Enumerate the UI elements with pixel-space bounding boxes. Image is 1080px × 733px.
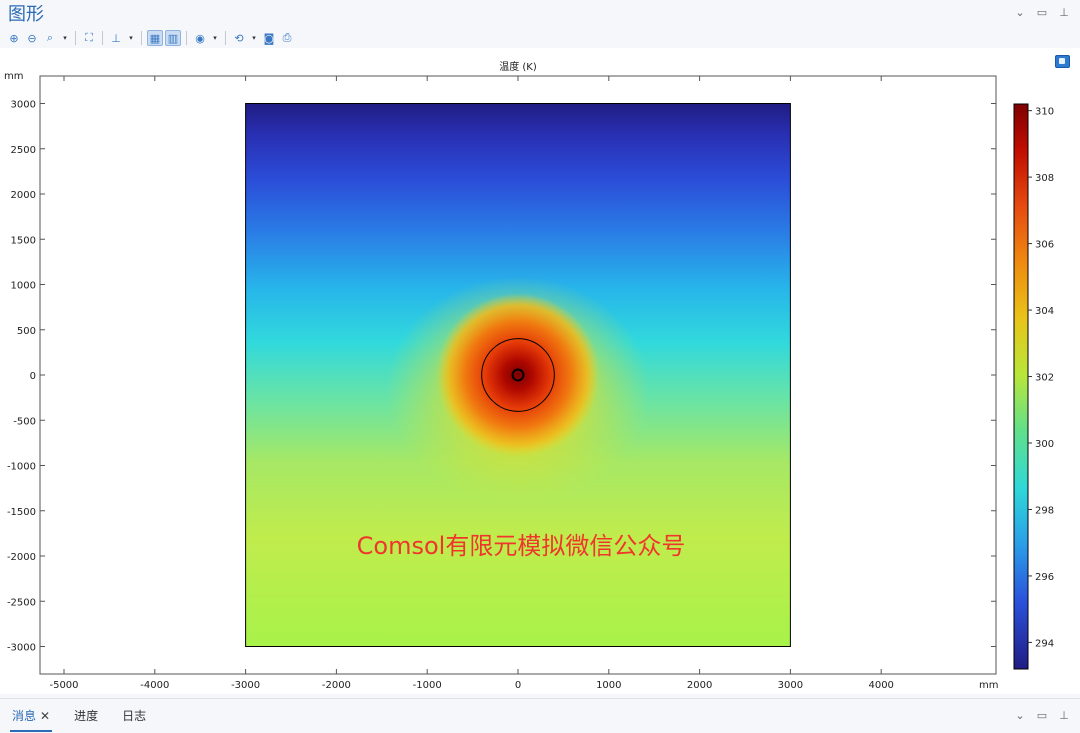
colorbar-tick-label: 302 <box>1035 373 1054 384</box>
scene-light-icon[interactable]: ◉ <box>192 30 208 46</box>
toolbar-separator <box>102 31 103 45</box>
minimize-icon[interactable]: ⌄ <box>1014 6 1026 19</box>
y-tick-label: 1000 <box>11 281 36 292</box>
plot-title: 温度 (K) <box>499 60 537 73</box>
colorbar-tick-label: 310 <box>1035 107 1054 118</box>
y-tick-label: 2500 <box>11 145 36 156</box>
toolbar-separator <box>186 31 187 45</box>
minimize-icon[interactable]: ⌄ <box>1014 709 1026 722</box>
watermark-text: Comsol有限元模拟微信公众号 <box>357 532 686 560</box>
tab-label: 进度 <box>74 709 99 723</box>
temperature-plot[interactable]: -5000 -4000 -3000 -2000 -1000 0 1000 2000 3000 40… <box>0 48 1080 694</box>
y-tick-label: -2000 <box>7 552 36 563</box>
pin-icon[interactable]: ⊥ <box>1058 709 1070 722</box>
colorbar-tick-label: 306 <box>1035 240 1054 251</box>
axis-orientation-icon[interactable]: ⊥ <box>108 30 124 46</box>
x-tick-label: -1000 <box>413 680 442 691</box>
x-tick-label: -2000 <box>322 680 351 691</box>
close-icon[interactable]: ✕ <box>40 709 50 723</box>
y-tick-label: 500 <box>17 326 36 337</box>
x-unit-label: mm <box>979 680 998 691</box>
heat-source-spot <box>436 293 600 457</box>
x-tick-label: 2000 <box>687 680 712 691</box>
window-controls: ⌄ ▭ ⊥ <box>1014 6 1070 19</box>
toolbar-separator <box>75 31 76 45</box>
y-tick-label: 0 <box>30 371 36 382</box>
colorbar-ticks: 310 308 306 304 302 300 298 296 294 <box>1028 107 1054 649</box>
y-tick-label: -3000 <box>7 643 36 654</box>
graphics-toolbar: ⊕ ⊖ ⌕ ▾ ⛶ ⊥ ▾ ▦ ▥ ◉ ▾ ⟲ ▾ ◙ ⎙ <box>6 29 295 47</box>
x-tick-label: -5000 <box>49 680 78 691</box>
colorbar-tick-label: 304 <box>1035 306 1054 317</box>
zoom-dropdown-arrow-icon[interactable]: ▾ <box>60 30 70 46</box>
toolbar-separator <box>225 31 226 45</box>
x-tick-label: 1000 <box>596 680 621 691</box>
tab-log[interactable]: 日志 <box>120 707 148 732</box>
tab-progress[interactable]: 进度 <box>72 707 100 732</box>
x-tick-label: -4000 <box>140 680 169 691</box>
heatmap-field <box>245 103 791 647</box>
reset-dropdown-arrow-icon[interactable]: ▾ <box>249 30 259 46</box>
y-tick-label: -1500 <box>7 507 36 518</box>
pin-icon[interactable]: ⊥ <box>1058 6 1070 19</box>
x-tick-label: -3000 <box>231 680 260 691</box>
tab-label: 消息 <box>12 709 37 723</box>
tab-messages[interactable]: 消息 ✕ <box>10 707 53 732</box>
print-icon[interactable]: ⎙ <box>279 30 295 46</box>
x-tick-label: 4000 <box>868 680 893 691</box>
restore-icon[interactable]: ▭ <box>1036 709 1048 722</box>
window-title: 图形 <box>8 4 44 25</box>
y-tick-label: -2500 <box>7 597 36 608</box>
y-tick-label: 1500 <box>11 235 36 246</box>
tab-label: 日志 <box>122 709 147 723</box>
camera-icon[interactable]: ◙ <box>261 30 277 46</box>
colorbar <box>1013 103 1029 670</box>
zoom-in-icon[interactable]: ⊕ <box>6 30 22 46</box>
x-tick-label: 0 <box>515 680 521 691</box>
panel-controls: ⌄ ▭ ⊥ <box>1014 709 1070 722</box>
colorbar-tick-label: 300 <box>1035 439 1054 450</box>
zoom-extents-icon[interactable]: ⛶ <box>81 30 97 46</box>
y-tick-label: -500 <box>13 416 36 427</box>
plot-settings-icon[interactable] <box>1055 55 1070 68</box>
y-tick-label: 2000 <box>11 190 36 201</box>
light-dropdown-arrow-icon[interactable]: ▾ <box>210 30 220 46</box>
view-dropdown-arrow-icon[interactable]: ▾ <box>126 30 136 46</box>
show-legend-icon[interactable]: ▥ <box>165 30 181 46</box>
x-tick-label: 3000 <box>778 680 803 691</box>
grid-toggle-icon[interactable]: ▦ <box>147 30 163 46</box>
reset-view-icon[interactable]: ⟲ <box>231 30 247 46</box>
colorbar-tick-label: 298 <box>1035 505 1054 516</box>
zoom-out-icon[interactable]: ⊖ <box>24 30 40 46</box>
colorbar-tick-label: 294 <box>1035 638 1054 649</box>
zoom-box-icon[interactable]: ⌕ <box>42 30 58 46</box>
plot-area[interactable]: -5000 -4000 -3000 -2000 -1000 0 1000 2000 3000 40… <box>0 48 1080 694</box>
graphics-window-header: 图形 ⌄ ▭ ⊥ ⊕ ⊖ ⌕ ▾ ⛶ ⊥ ▾ ▦ ▥ ◉ ▾ ⟲ ▾ ◙ ⎙ <box>0 0 1080 48</box>
messages-tabs: 消息 ✕ 进度 日志 <box>10 707 148 732</box>
colorbar-tick-label: 308 <box>1035 173 1054 184</box>
y-tick-label: 3000 <box>11 100 36 111</box>
toolbar-separator <box>141 31 142 45</box>
y-unit-label: mm <box>4 71 23 82</box>
y-tick-label: -1000 <box>7 462 36 473</box>
messages-panel: 消息 ✕ 进度 日志 ⌄ ▭ ⊥ <box>0 698 1080 733</box>
colorbar-tick-label: 296 <box>1035 572 1054 583</box>
restore-icon[interactable]: ▭ <box>1036 6 1048 19</box>
